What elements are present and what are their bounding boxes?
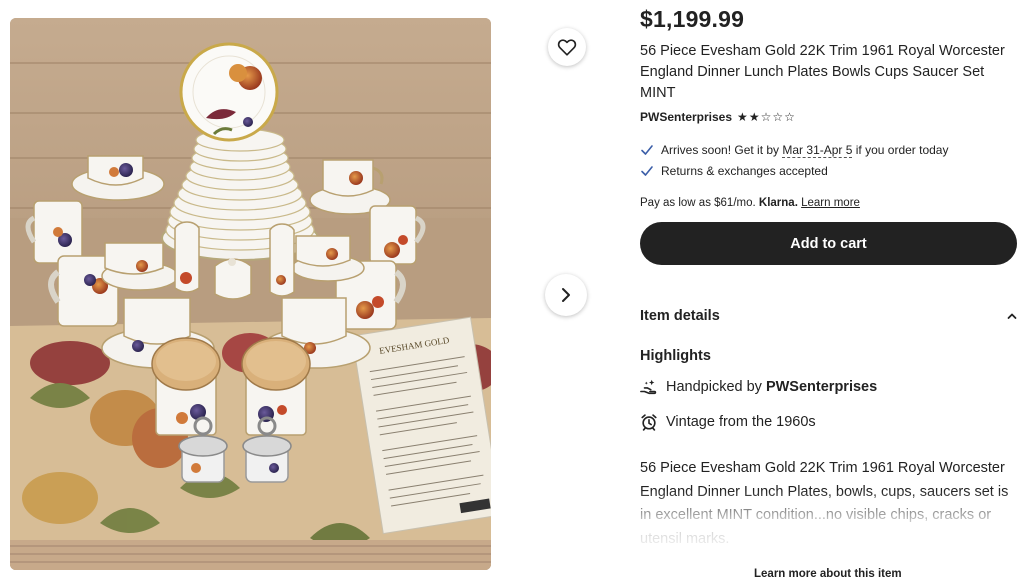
- klarna-logo: Klarna.: [758, 197, 798, 209]
- favorite-button[interactable]: [548, 28, 586, 66]
- arrival-row: Arrives soon! Get it by Mar 31-Apr 5 if …: [640, 143, 949, 158]
- star-empty-icon: ☆: [784, 110, 795, 124]
- star-rating: ★ ★ ☆ ☆ ☆: [737, 111, 795, 123]
- handpicked-prefix: Handpicked by: [666, 379, 762, 395]
- learn-more-about-item-button[interactable]: Learn more about this item: [754, 568, 902, 580]
- add-to-cart-button[interactable]: Add to cart: [640, 222, 1017, 265]
- handpicked-row: Handpicked by PWSenterprises: [640, 378, 877, 396]
- returns-text: Returns & exchanges accepted: [661, 164, 828, 178]
- item-details-toggle[interactable]: Item details: [640, 308, 1018, 324]
- item-details-label: Item details: [640, 308, 720, 324]
- product-image: EVESHAM GOLD: [10, 18, 491, 570]
- arrival-dates[interactable]: Mar 31-Apr 5: [782, 143, 853, 158]
- arrival-prefix: Arrives soon! Get it by: [661, 143, 780, 157]
- handpicked-shop-link[interactable]: PWSenterprises: [766, 379, 877, 395]
- hand-sparkle-icon: [640, 379, 657, 395]
- returns-row: Returns & exchanges accepted: [640, 164, 828, 178]
- pay-monthly-text: Pay as low as $61/mo.: [640, 197, 756, 209]
- check-icon: [641, 166, 653, 176]
- next-image-button[interactable]: [545, 274, 587, 316]
- heart-icon: [557, 39, 577, 56]
- star-filled-icon: ★: [748, 110, 760, 124]
- chevron-right-icon: [562, 288, 570, 302]
- vintage-text: Vintage from the 1960s: [666, 414, 816, 430]
- description-fade: [640, 490, 1020, 552]
- star-filled-icon: ★: [737, 110, 748, 124]
- alarm-clock-icon: [641, 414, 657, 431]
- arrival-suffix: if you order today: [855, 143, 949, 157]
- vintage-row: Vintage from the 1960s: [640, 413, 816, 431]
- star-empty-icon: ☆: [760, 110, 772, 124]
- klarna-learn-more-link[interactable]: Learn more: [801, 197, 860, 209]
- shop-name-link[interactable]: PWSenterprises: [640, 110, 732, 124]
- klarna-row: Pay as low as $61/mo. Klarna. Learn more: [640, 197, 860, 209]
- chevron-up-icon: [1007, 313, 1017, 319]
- highlights-heading: Highlights: [640, 348, 711, 364]
- arrival-text: Arrives soon! Get it by Mar 31-Apr 5 if …: [661, 143, 949, 158]
- shop-rating-row: PWSenterprises ★ ★ ☆ ☆ ☆: [640, 110, 795, 124]
- product-photo[interactable]: EVESHAM GOLD: [10, 18, 491, 570]
- check-icon: [641, 145, 653, 155]
- handpicked-text: Handpicked by PWSenterprises: [666, 379, 877, 395]
- star-empty-icon: ☆: [772, 110, 784, 124]
- price: $1,199.99: [640, 6, 745, 32]
- listing-title: 56 Piece Evesham Gold 22K Trim 1961 Roya…: [640, 43, 1005, 101]
